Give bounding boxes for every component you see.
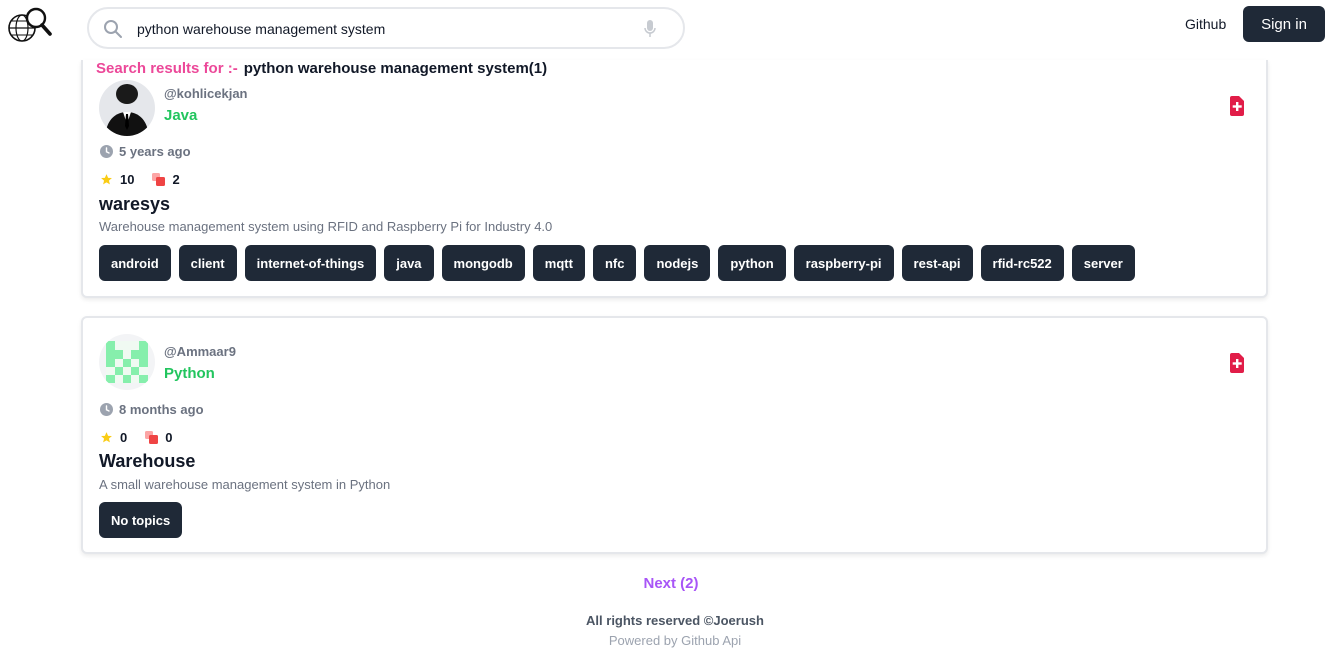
repo-owner[interactable]: @Ammaar9 — [164, 344, 236, 359]
search-bar[interactable]: python warehouse management system — [87, 7, 685, 49]
results-query: python warehouse management system(1) — [243, 60, 548, 77]
repo-language: Python — [164, 365, 215, 382]
repo-name[interactable]: Warehouse — [99, 451, 195, 472]
bookmark-add-icon[interactable] — [1228, 96, 1246, 116]
repo-card: @Ammaar9 Python 8 months ago 0 0 Warehou… — [81, 316, 1268, 554]
repo-name[interactable]: waresys — [99, 194, 170, 215]
globe-search-icon[interactable] — [6, 6, 52, 46]
topic-tag[interactable]: android — [99, 245, 171, 281]
repo-language: Java — [164, 107, 198, 124]
topic-tag[interactable]: client — [178, 245, 237, 281]
clock-icon — [100, 403, 113, 416]
topic-tag[interactable]: mqtt — [532, 245, 585, 281]
github-link[interactable]: Github — [1185, 16, 1226, 32]
repo-owner[interactable]: @kohlicekjan — [164, 86, 247, 101]
search-icon — [104, 20, 122, 38]
avatar[interactable] — [99, 334, 155, 390]
stars-stat: 10 — [100, 172, 134, 187]
avatar[interactable] — [99, 80, 155, 136]
topic-tag[interactable]: rfid-rc522 — [980, 245, 1064, 281]
microphone-icon[interactable] — [643, 19, 657, 39]
topic-tag[interactable]: python — [718, 245, 786, 281]
footer-powered: Powered by Github Api — [608, 633, 742, 648]
repo-description: Warehouse management system using RFID a… — [99, 219, 553, 234]
repo-stats: 0 0 — [100, 430, 190, 445]
repo-stats: 10 2 — [100, 172, 198, 187]
results-label: Search results for :- — [96, 60, 238, 77]
stars-count: 0 — [120, 430, 128, 445]
topic-tag[interactable]: No topics — [99, 502, 183, 538]
topic-tag[interactable]: internet-of-things — [244, 245, 377, 281]
star-icon — [101, 174, 112, 185]
clock-icon — [100, 145, 113, 158]
repo-updated: 5 years ago — [100, 144, 191, 159]
fork-icon — [152, 173, 166, 186]
topic-tag[interactable]: nodejs — [644, 245, 711, 281]
repo-updated: 8 months ago — [100, 402, 204, 417]
topic-tag[interactable]: server — [1071, 245, 1135, 281]
bookmark-add-icon[interactable] — [1228, 353, 1246, 373]
topic-tag[interactable]: rest-api — [901, 245, 973, 281]
topics-list: android client internet-of-things java m… — [99, 245, 1143, 281]
forks-stat: 2 — [152, 172, 180, 187]
search-input[interactable]: python warehouse management system — [137, 21, 385, 37]
sign-in-button[interactable]: Sign in — [1243, 6, 1325, 42]
repo-card: @kohlicekjan Java 5 years ago 10 2 wares… — [81, 60, 1268, 298]
fork-icon — [145, 431, 159, 444]
stars-stat: 0 — [100, 430, 127, 445]
footer-rights: All rights reserved ©Joerush — [586, 613, 764, 628]
topic-tag[interactable]: raspberry-pi — [793, 245, 894, 281]
next-page-link[interactable]: Next (2) — [0, 575, 1342, 592]
topic-tag[interactable]: mongodb — [441, 245, 525, 281]
repo-time: 8 months ago — [119, 402, 204, 417]
topic-tag[interactable]: java — [384, 245, 434, 281]
forks-count: 2 — [172, 172, 180, 187]
repo-description: A small warehouse management system in P… — [99, 477, 391, 492]
star-icon — [101, 432, 112, 443]
topics-list: No topics — [99, 502, 190, 538]
stars-count: 10 — [120, 172, 135, 187]
repo-time: 5 years ago — [119, 144, 191, 159]
forks-count: 0 — [165, 430, 173, 445]
results-heading: Search results for :- python warehouse ma… — [96, 60, 552, 77]
forks-stat: 0 — [145, 430, 172, 445]
topic-tag[interactable]: nfc — [592, 245, 637, 281]
